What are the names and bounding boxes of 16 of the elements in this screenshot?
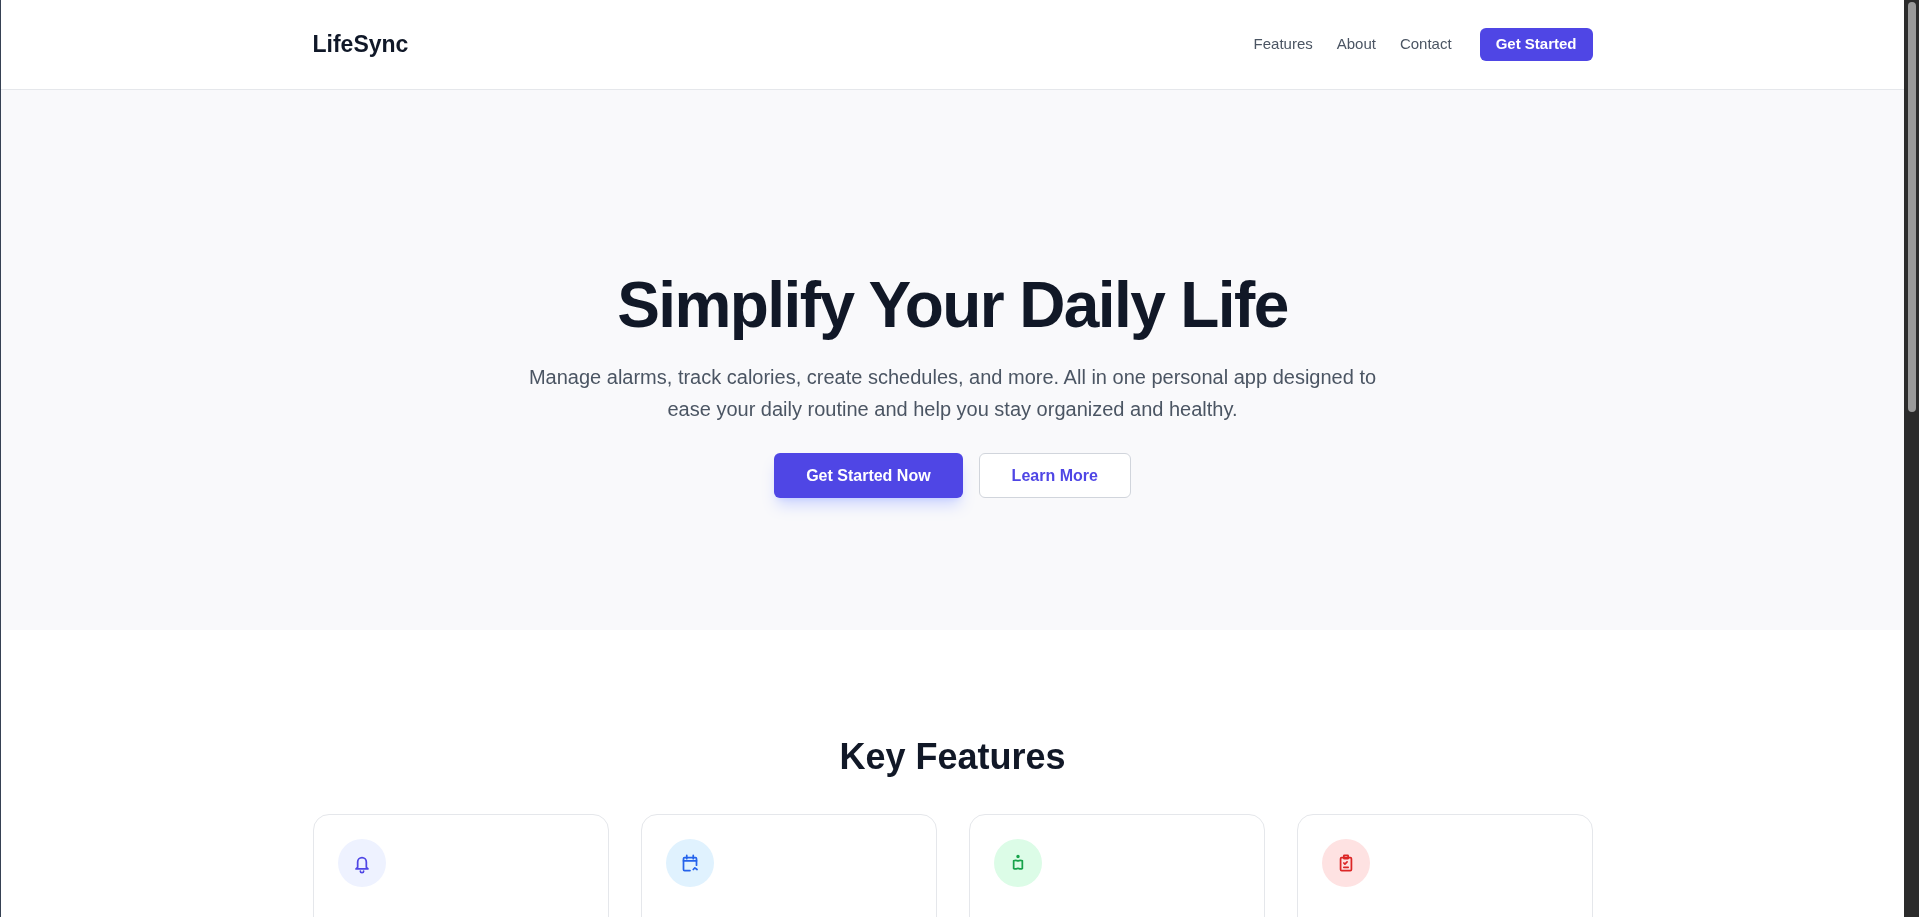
learn-more-button[interactable]: Learn More — [978, 453, 1131, 498]
hero-title: Simplify Your Daily Life — [617, 268, 1288, 343]
calendar-icon — [665, 839, 714, 887]
scrollbar-thumb[interactable] — [1907, 2, 1916, 412]
get-started-button[interactable]: Get Started — [1479, 28, 1593, 61]
clipboard-icon — [1321, 839, 1370, 887]
apple-icon — [993, 839, 1042, 887]
scrollbar[interactable] — [1904, 0, 1919, 917]
hero-subtitle: Manage alarms, track calories, create schedules, and more. All in one personal app designed to ease your daily routine and help you stay organized and healthy. — [527, 365, 1378, 422]
nav-link[interactable]: About — [1336, 33, 1376, 56]
bell-icon — [337, 839, 386, 887]
nav-link[interactable]: Contact — [1399, 33, 1452, 56]
nav-link[interactable]: Features — [1253, 33, 1313, 56]
get-started-now-button[interactable]: Get Started Now — [774, 453, 963, 498]
section-title: Key Features — [839, 737, 1066, 777]
logo-text[interactable]: LifeSync — [312, 27, 409, 62]
